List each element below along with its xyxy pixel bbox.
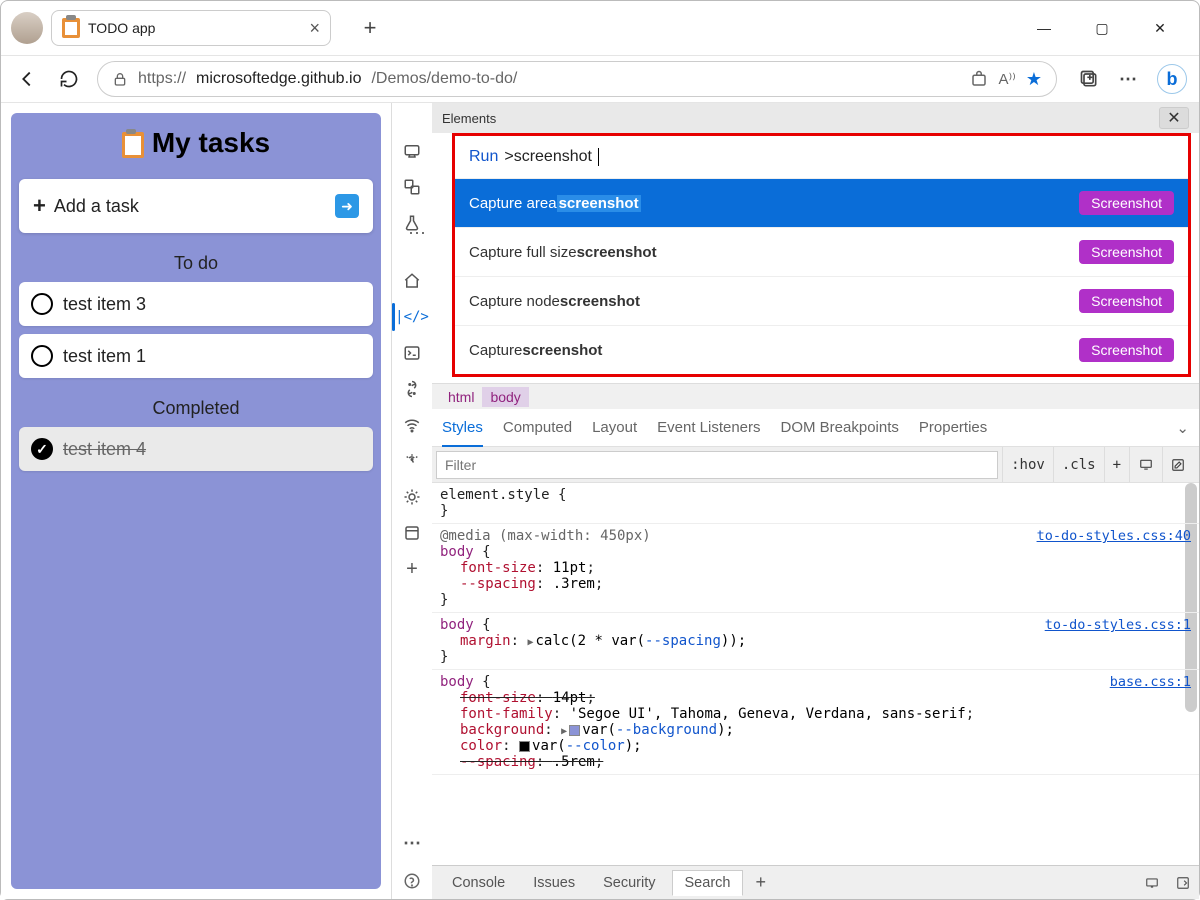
url-bar-row: https:// microsoftedge.github.io/Demos/de…	[1, 55, 1199, 103]
close-panel-button[interactable]: ✕	[1159, 107, 1189, 129]
command-item[interactable]: Capture node screenshotScreenshot	[455, 276, 1188, 325]
checkbox-checked-icon[interactable]	[31, 438, 53, 460]
bing-icon[interactable]: b	[1157, 64, 1187, 94]
back-button[interactable]	[13, 65, 41, 93]
plus-icon: +	[33, 193, 46, 219]
sources-tool-icon[interactable]	[392, 371, 432, 407]
refresh-button[interactable]	[55, 65, 83, 93]
add-tool-icon[interactable]: +	[392, 551, 432, 587]
drawer-tab-issues[interactable]: Issues	[521, 871, 587, 895]
app-title: My tasks	[19, 127, 373, 159]
more-tools-icon[interactable]: ⋯	[392, 823, 432, 863]
new-tab-button[interactable]: +	[359, 17, 381, 39]
tab-properties[interactable]: Properties	[919, 419, 987, 436]
source-link[interactable]: to-do-styles.css:1	[1045, 617, 1191, 633]
help-icon[interactable]	[392, 863, 432, 899]
command-item[interactable]: Capture screenshotScreenshot	[455, 325, 1188, 374]
tab-computed[interactable]: Computed	[503, 419, 572, 436]
url-scheme: https://	[138, 70, 186, 88]
browser-tab[interactable]: TODO app ×	[51, 10, 331, 46]
tab-styles[interactable]: Styles	[442, 419, 483, 436]
performance-tool-icon[interactable]	[392, 443, 432, 479]
page-content: My tasks + Add a task ➜ To do test item …	[1, 103, 391, 899]
more-icon[interactable]: ⋯	[1119, 69, 1137, 90]
lock-icon	[112, 71, 128, 87]
clipboard-icon	[62, 18, 80, 38]
favorite-icon[interactable]: ★	[1026, 69, 1042, 90]
url-path: /Demos/demo-to-do/	[371, 70, 517, 88]
url-host: microsoftedge.github.io	[196, 70, 361, 88]
breadcrumb-item[interactable]: html	[440, 387, 482, 407]
category-badge: Screenshot	[1079, 240, 1174, 264]
checkbox-icon[interactable]	[31, 345, 53, 367]
drawer-tab-security[interactable]: Security	[591, 871, 667, 895]
add-drawer-tab[interactable]: +	[747, 872, 774, 893]
console-tool-icon[interactable]	[392, 335, 432, 371]
drawer-tab-search[interactable]: Search	[672, 870, 744, 896]
source-link[interactable]: to-do-styles.css:40	[1037, 528, 1191, 544]
tab-layout[interactable]: Layout	[592, 419, 637, 436]
category-badge: Screenshot	[1079, 191, 1174, 215]
styles-toolbar: :hov .cls +	[432, 447, 1199, 483]
tab-close-icon[interactable]: ×	[309, 18, 320, 39]
collapse-drawer-icon[interactable]	[1175, 876, 1191, 890]
shopping-icon[interactable]	[970, 70, 988, 88]
close-window-button[interactable]: ✕	[1151, 19, 1169, 37]
overflow-icon[interactable]: ⋯	[408, 223, 426, 244]
sidebar-tabs: Styles Computed Layout Event Listeners D…	[432, 409, 1199, 447]
todo-section-header: To do	[19, 253, 373, 274]
category-badge: Screenshot	[1079, 338, 1174, 362]
breadcrumb-item[interactable]: body	[482, 387, 528, 407]
panel-title: Elements	[442, 111, 496, 126]
command-query: >screenshot	[504, 148, 592, 166]
minimize-button[interactable]: —	[1035, 19, 1053, 37]
command-input[interactable]: Run >screenshot	[455, 136, 1188, 178]
elements-tool-icon[interactable]: |</>	[392, 299, 432, 335]
run-prefix: Run	[469, 148, 498, 166]
pin-icon[interactable]	[1162, 447, 1193, 482]
cls-button[interactable]: .cls	[1053, 447, 1104, 482]
category-badge: Screenshot	[1079, 289, 1174, 313]
memory-tool-icon[interactable]	[392, 479, 432, 515]
computed-toggle-icon[interactable]	[1129, 447, 1162, 482]
styles-panel: element.style {} @media (max-width: 450p…	[432, 483, 1199, 865]
add-task-input[interactable]: + Add a task ➜	[19, 179, 373, 233]
dock-icon[interactable]	[1143, 876, 1161, 890]
tab-event-listeners[interactable]: Event Listeners	[657, 419, 760, 436]
new-style-button[interactable]: +	[1104, 447, 1129, 482]
collections-icon[interactable]	[1079, 69, 1099, 89]
read-aloud-icon[interactable]: A⁾⁾	[998, 70, 1015, 88]
hov-button[interactable]: :hov	[1002, 447, 1053, 482]
maximize-button[interactable]: ▢	[1093, 19, 1111, 37]
home-tool-icon[interactable]	[392, 263, 432, 299]
inspect-tool-icon[interactable]	[392, 169, 432, 205]
task-item-done[interactable]: test item 4	[19, 427, 373, 471]
tab-title: TODO app	[88, 20, 155, 36]
task-item[interactable]: test item 1	[19, 334, 373, 378]
submit-task-button[interactable]: ➜	[335, 194, 359, 218]
checkbox-icon[interactable]	[31, 293, 53, 315]
task-item[interactable]: test item 3	[19, 282, 373, 326]
dom-breadcrumb: html body	[432, 383, 1199, 409]
drawer-tab-console[interactable]: Console	[440, 871, 517, 895]
completed-section-header: Completed	[19, 398, 373, 419]
url-input[interactable]: https:// microsoftedge.github.io/Demos/de…	[97, 61, 1057, 97]
add-task-label: Add a task	[54, 196, 139, 217]
filter-input[interactable]	[436, 451, 998, 479]
command-item[interactable]: Capture full size screenshotScreenshot	[455, 227, 1188, 276]
application-tool-icon[interactable]	[392, 515, 432, 551]
command-item[interactable]: Capture area screenshotScreenshot	[455, 178, 1188, 227]
tab-dom-breakpoints[interactable]: DOM Breakpoints	[781, 419, 899, 436]
drawer-tabs: Console Issues Security Search +	[432, 865, 1199, 899]
chevron-down-icon[interactable]: ⌄	[1176, 419, 1189, 437]
profile-avatar[interactable]	[11, 12, 43, 44]
welcome-tool-icon[interactable]	[392, 133, 432, 169]
command-menu: Run >screenshot Capture area screenshotS…	[452, 133, 1191, 377]
title-bar: TODO app × + — ▢ ✕	[1, 1, 1199, 55]
source-link[interactable]: base.css:1	[1110, 674, 1191, 690]
network-tool-icon[interactable]	[392, 407, 432, 443]
devtools-header: Elements ✕	[432, 103, 1199, 133]
